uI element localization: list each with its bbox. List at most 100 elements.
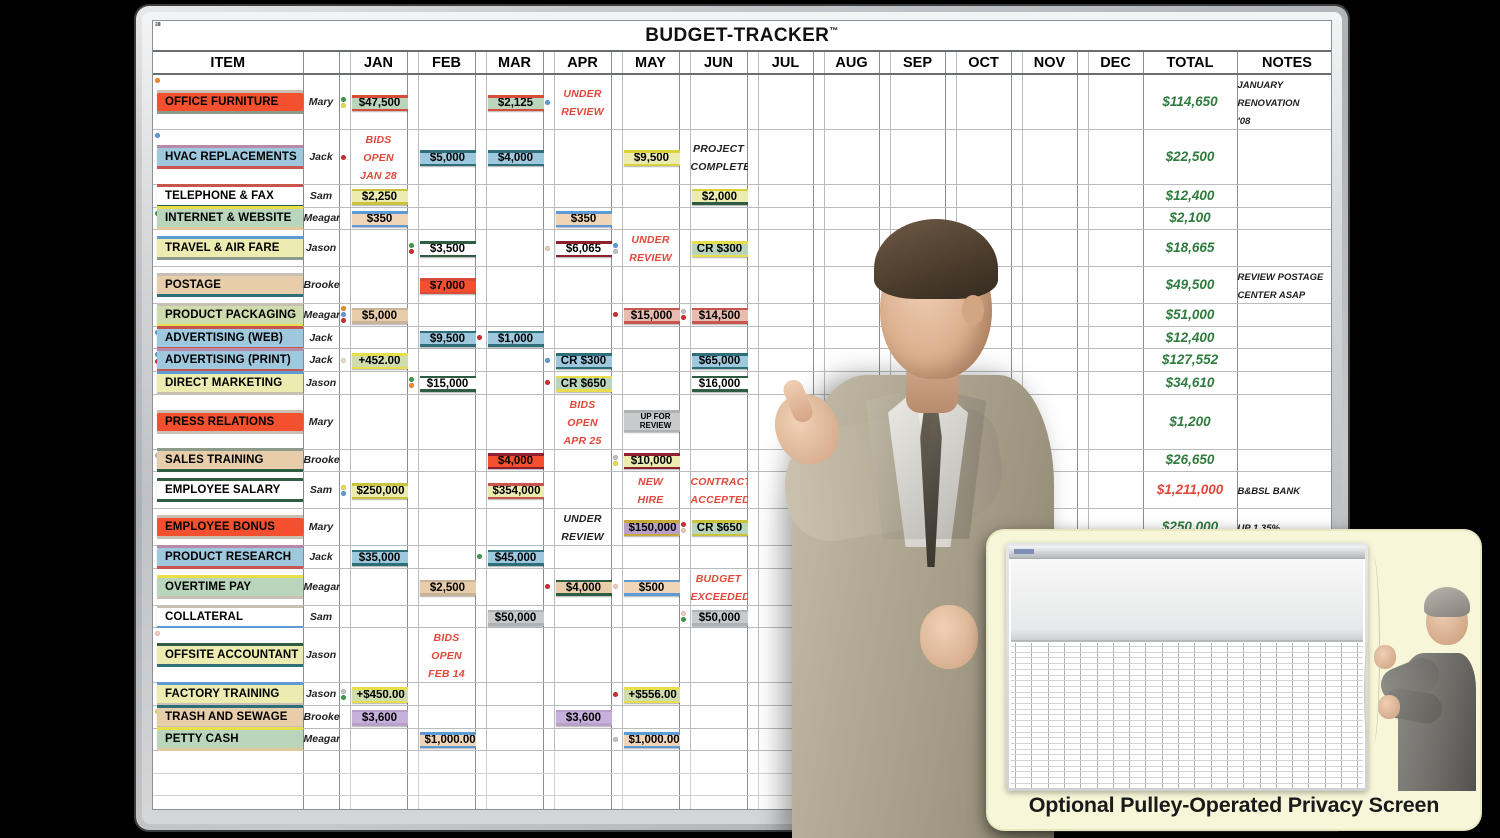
month-cell-jan[interactable]: [350, 728, 408, 752]
value-card[interactable]: $1,000: [487, 330, 544, 347]
month-cell-nov[interactable]: [1022, 207, 1078, 231]
magnet-dot[interactable]: [340, 306, 346, 312]
month-cell-jul[interactable]: [758, 394, 814, 450]
month-cell-feb[interactable]: [418, 207, 476, 231]
month-cell-jun[interactable]: [690, 627, 748, 684]
month-cell-apr[interactable]: [554, 184, 612, 208]
magnet-dot[interactable]: [544, 584, 550, 590]
blank-cell[interactable]: [475, 773, 487, 797]
blank-cell[interactable]: [407, 773, 419, 797]
month-cell-mar[interactable]: $4,000: [486, 449, 544, 473]
month-cell-sep[interactable]: [890, 508, 946, 547]
month-cell-sep[interactable]: [890, 326, 946, 350]
month-cell-mar[interactable]: [486, 229, 544, 268]
magnet-dot[interactable]: [340, 318, 346, 324]
month-cell-jul[interactable]: [758, 471, 814, 510]
month-cell-apr[interactable]: [554, 303, 612, 327]
month-cell-may[interactable]: [622, 705, 680, 729]
month-cell-aug[interactable]: [824, 605, 880, 629]
month-cell-nov[interactable]: [1022, 449, 1078, 473]
blank-cell[interactable]: [418, 795, 476, 809]
month-cell-sep[interactable]: [890, 627, 946, 684]
item-label-card[interactable]: INTERNET & WEBSITE: [157, 206, 303, 231]
value-card[interactable]: $16,000: [691, 375, 748, 392]
value-card[interactable]: UP FOR REVIEW: [623, 410, 688, 433]
value-card[interactable]: $3,600: [351, 709, 408, 726]
value-card[interactable]: $2,500: [419, 579, 476, 596]
blank-cell[interactable]: [824, 773, 880, 797]
item-label-card[interactable]: PRESS RELATIONS: [157, 409, 303, 434]
month-cell-dec[interactable]: [1088, 303, 1144, 327]
notes-cell[interactable]: REVIEW POSTAGE CENTER ASAP: [1237, 266, 1331, 305]
blank-cell[interactable]: [486, 750, 544, 774]
month-cell-sep[interactable]: [890, 705, 946, 729]
month-cell-feb[interactable]: [418, 303, 476, 327]
month-cell-jan[interactable]: [350, 605, 408, 629]
blank-cell[interactable]: [554, 750, 612, 774]
month-cell-apr[interactable]: [554, 266, 612, 305]
notes-cell[interactable]: [1237, 394, 1331, 450]
value-card[interactable]: $350: [555, 211, 612, 228]
blank-cell[interactable]: [543, 795, 555, 809]
blank-cell[interactable]: [622, 795, 680, 809]
month-cell-jan[interactable]: [350, 266, 408, 305]
month-cell-may[interactable]: [622, 348, 680, 372]
blank-cell[interactable]: [303, 773, 340, 797]
month-cell-feb[interactable]: BIDS OPEN FEB 14: [418, 627, 476, 684]
month-cell-mar[interactable]: [486, 266, 544, 305]
month-cell-jul[interactable]: [758, 605, 814, 629]
month-cell-aug[interactable]: [824, 371, 880, 395]
month-cell-mar[interactable]: $45,000: [486, 545, 544, 569]
month-cell-feb[interactable]: $5,000: [418, 129, 476, 185]
value-card[interactable]: $50,000: [691, 609, 748, 626]
month-cell-apr[interactable]: [554, 627, 612, 684]
month-cell-jul[interactable]: [758, 129, 814, 185]
month-cell-dec[interactable]: [1088, 394, 1144, 450]
magnet-dot[interactable]: [340, 694, 346, 700]
month-cell-oct[interactable]: [956, 449, 1012, 473]
month-cell-aug[interactable]: [824, 449, 880, 473]
month-cell-may[interactable]: UNDER REVIEW: [622, 229, 680, 268]
month-cell-nov[interactable]: [1022, 471, 1078, 510]
value-card[interactable]: $2,250: [351, 188, 408, 205]
month-cell-may[interactable]: $150,000: [622, 508, 682, 547]
notes-cell[interactable]: [1237, 184, 1331, 208]
notes-cell[interactable]: [1237, 449, 1331, 473]
month-cell-sep[interactable]: [890, 371, 946, 395]
blank-cell[interactable]: [475, 750, 487, 774]
month-cell-jul[interactable]: [758, 568, 814, 606]
month-cell-feb[interactable]: $3,500: [418, 229, 476, 268]
month-cell-nov[interactable]: [1022, 371, 1078, 395]
magnet-dot[interactable]: [544, 245, 550, 251]
month-cell-sep[interactable]: [890, 184, 946, 208]
month-cell-jul[interactable]: [758, 229, 814, 268]
month-cell-oct[interactable]: [956, 74, 1012, 130]
month-cell-aug[interactable]: [824, 229, 880, 268]
blank-cell[interactable]: [758, 773, 814, 797]
blank-cell[interactable]: [879, 795, 891, 809]
month-cell-sep[interactable]: [890, 545, 946, 569]
value-card[interactable]: $35,000: [351, 549, 408, 566]
month-cell-may[interactable]: $15,000: [622, 303, 680, 327]
blank-cell[interactable]: [679, 795, 691, 809]
month-cell-aug[interactable]: [824, 74, 880, 130]
month-cell-jun[interactable]: $14,500: [690, 303, 748, 327]
month-cell-jul[interactable]: [758, 303, 814, 327]
month-cell-oct[interactable]: [956, 266, 1012, 305]
value-card[interactable]: CR $650: [555, 375, 612, 392]
item-label-card[interactable]: PRODUCT RESEARCH: [157, 544, 303, 569]
blank-cell[interactable]: [303, 795, 340, 809]
month-cell-apr[interactable]: $6,065: [554, 229, 612, 268]
month-cell-jan[interactable]: $5,000: [350, 303, 408, 327]
value-card[interactable]: CR $650: [691, 520, 748, 537]
month-cell-may[interactable]: [622, 266, 680, 305]
blank-cell[interactable]: [890, 795, 946, 809]
item-label-card[interactable]: SALES TRAINING: [157, 448, 303, 473]
month-cell-dec[interactable]: [1088, 229, 1144, 268]
blank-cell[interactable]: [339, 795, 351, 809]
blank-cell[interactable]: [475, 795, 487, 809]
month-cell-jun[interactable]: $65,000: [690, 348, 748, 372]
month-cell-jul[interactable]: [758, 207, 814, 231]
blank-cell[interactable]: [350, 773, 408, 797]
value-card[interactable]: $5,000: [419, 150, 476, 166]
